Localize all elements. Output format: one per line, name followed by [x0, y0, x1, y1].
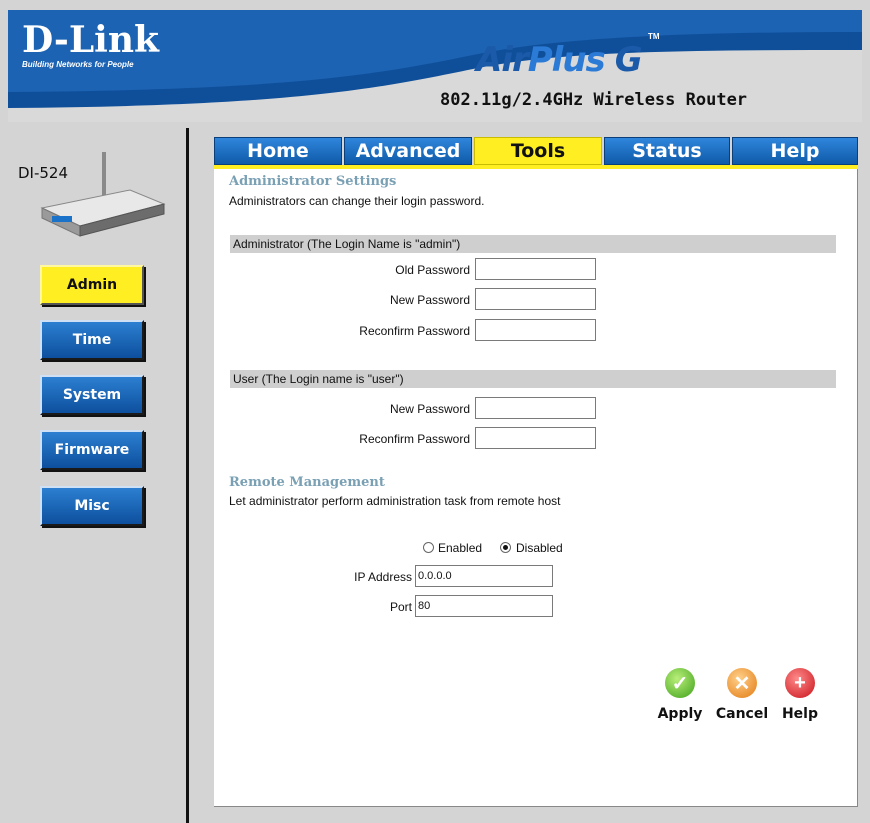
user-new-password-label: New Password [389, 402, 470, 416]
reconfirm-password-label: Reconfirm Password [359, 324, 470, 338]
new-password-input[interactable] [475, 288, 596, 310]
remote-enabled-radio[interactable] [423, 542, 434, 553]
brand-tagline: Building Networks for People [22, 60, 134, 69]
airplus-g-logo: AirPlus G [476, 40, 643, 80]
sidebar-item-time[interactable]: Time [40, 320, 144, 360]
old-password-label: Old Password [395, 263, 470, 277]
remote-disabled-radio[interactable] [500, 542, 511, 553]
apply-label: Apply [657, 706, 703, 722]
checkmark-icon: ✓ [665, 668, 695, 698]
remote-management-description: Let administrator perform administration… [229, 494, 561, 508]
user-section-bar: User (The Login name is "user") [230, 370, 836, 388]
admin-settings-description: Administrators can change their login pa… [229, 194, 485, 208]
cancel-button[interactable]: ✕ Cancel [712, 668, 772, 722]
user-reconfirm-password-label: Reconfirm Password [359, 432, 470, 446]
d-link-logo: D-Link [22, 19, 159, 61]
trademark-mark: TM [648, 32, 660, 41]
product-plus: Plus [527, 40, 606, 80]
remote-enabled-label: Enabled [438, 541, 483, 555]
ip-address-label: IP Address [354, 570, 412, 584]
sidebar-divider [186, 128, 189, 823]
cancel-x-icon: ✕ [727, 668, 757, 698]
tab-help[interactable]: Help [732, 137, 858, 165]
tab-status[interactable]: Status [604, 137, 730, 165]
tab-tools[interactable]: Tools [474, 137, 602, 165]
tab-home[interactable]: Home [214, 137, 342, 165]
product-g: G [614, 40, 643, 80]
product-model: 802.11g/2.4GHz Wireless Router [440, 90, 748, 110]
port-input[interactable]: 80 [415, 595, 553, 617]
sidebar-item-admin[interactable]: Admin [40, 265, 144, 305]
help-plus-icon: + [785, 668, 815, 698]
cancel-label: Cancel [715, 706, 769, 722]
remote-management-title: Remote Management [229, 475, 385, 490]
header-banner: D-Link Building Networks for People AirP… [8, 10, 862, 122]
apply-button[interactable]: ✓ Apply [650, 668, 710, 722]
old-password-input[interactable] [475, 258, 596, 280]
sidebar-item-system[interactable]: System [40, 375, 144, 415]
user-reconfirm-password-input[interactable] [475, 427, 596, 449]
reconfirm-password-input[interactable] [475, 319, 596, 341]
port-label: Port [389, 600, 412, 614]
help-label: Help [781, 706, 819, 722]
main-panel: Administrator Settings Administrators ca… [214, 169, 858, 807]
tab-advanced[interactable]: Advanced [344, 137, 472, 165]
new-password-label: New Password [389, 293, 470, 307]
admin-section-bar: Administrator (The Login Name is "admin"… [230, 235, 836, 253]
help-button[interactable]: + Help [770, 668, 830, 722]
user-new-password-input[interactable] [475, 397, 596, 419]
device-model-label: DI-524 [18, 164, 69, 182]
sidebar-item-misc[interactable]: Misc [40, 486, 144, 526]
product-air: Air [476, 40, 529, 80]
ip-address-input[interactable]: 0.0.0.0 [415, 565, 553, 587]
admin-settings-title: Administrator Settings [229, 174, 397, 189]
sidebar-item-firmware[interactable]: Firmware [40, 430, 144, 470]
remote-disabled-label: Disabled [516, 541, 563, 555]
